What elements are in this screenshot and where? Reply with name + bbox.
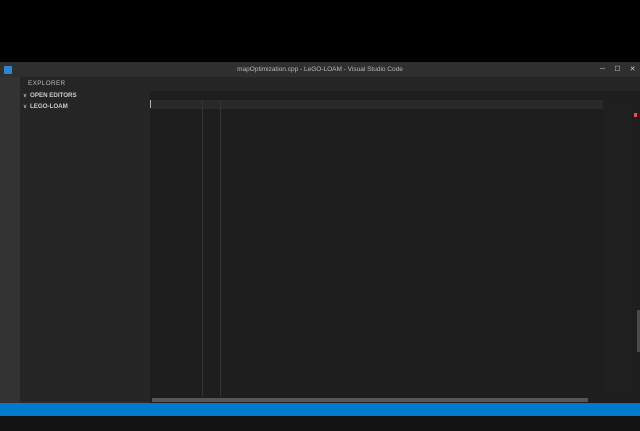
window-title: mapOptimization.cpp - LeGO-LOAM - Visual… <box>200 62 440 77</box>
activity-bar <box>0 77 20 403</box>
code-editor[interactable] <box>150 100 640 397</box>
vscode-logo-icon <box>4 66 12 74</box>
code-lines <box>184 100 603 397</box>
screen: mapOptimization.cpp - LeGO-LOAM - Visual… <box>0 0 640 431</box>
minimap[interactable] <box>604 100 637 397</box>
editor-group <box>150 77 640 403</box>
status-bar <box>0 403 640 416</box>
minimize-button[interactable]: ─ <box>595 62 610 77</box>
horizontal-scrollbar-thumb[interactable] <box>152 398 588 402</box>
vscode-window: mapOptimization.cpp - LeGO-LOAM - Visual… <box>0 62 640 416</box>
sidebar-title: EXPLORER <box>20 77 150 90</box>
project-header[interactable]: ∨LEGO-LOAM <box>20 101 150 112</box>
open-editors-header[interactable]: ∨OPEN EDITORS <box>20 90 150 101</box>
main-row: EXPLORER ∨OPEN EDITORS ∨LEGO-LOAM <box>0 77 640 403</box>
letterbox-top <box>0 0 640 62</box>
maximize-button[interactable]: ☐ <box>610 62 625 77</box>
minimap-error-marker <box>634 113 637 117</box>
tab-bar <box>150 77 640 91</box>
breadcrumb <box>150 91 640 100</box>
windows-taskbar <box>0 416 640 431</box>
text-cursor <box>150 100 151 108</box>
explorer-sidebar: EXPLORER ∨OPEN EDITORS ∨LEGO-LOAM <box>20 77 150 403</box>
title-bar: mapOptimization.cpp - LeGO-LOAM - Visual… <box>0 62 640 77</box>
window-controls: ─ ☐ ✕ <box>595 62 640 77</box>
chevron-down-icon: ∨ <box>23 102 30 113</box>
close-button[interactable]: ✕ <box>625 62 640 77</box>
